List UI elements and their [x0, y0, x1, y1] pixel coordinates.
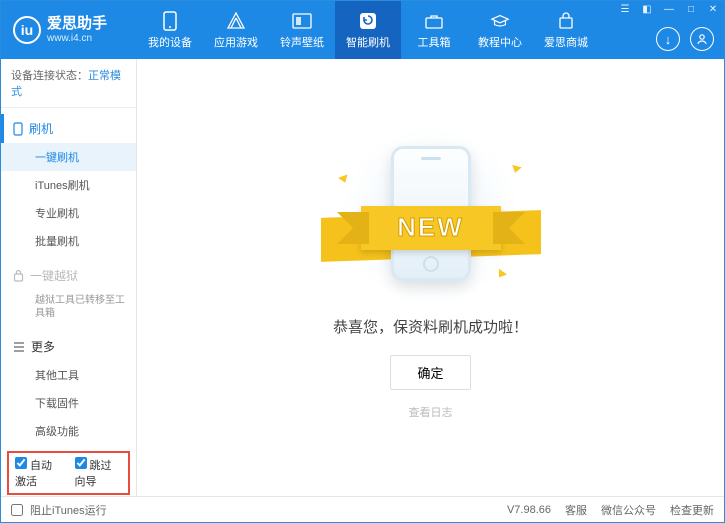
- new-ribbon: NEW: [361, 206, 501, 250]
- apps-icon: [226, 11, 246, 31]
- app-window: ☰ ◧ — □ ✕ iu 爱思助手 www.i4.cn 我的设备 应用游戏: [0, 0, 725, 523]
- success-message: 恭喜您，保资料刷机成功啦！: [333, 316, 528, 337]
- footer: 阻止iTunes运行 V7.98.66 客服 微信公众号 检查更新: [1, 496, 724, 522]
- app-url: www.i4.cn: [47, 33, 107, 44]
- logo-icon: iu: [13, 16, 41, 44]
- skin-icon[interactable]: ◧: [636, 1, 658, 17]
- nav-tools[interactable]: 工具箱: [401, 1, 467, 59]
- check-update-link[interactable]: 检查更新: [670, 502, 714, 518]
- nav-ringtones[interactable]: 铃声壁纸: [269, 1, 335, 59]
- logo-text: 爱思助手 www.i4.cn: [47, 16, 107, 44]
- minimize-icon[interactable]: —: [658, 1, 680, 17]
- sidebar: 设备连接状态：正常模式 刷机 一键刷机 iTunes刷机 专业刷机 批量刷机 一…: [1, 59, 137, 496]
- user-icon[interactable]: [690, 27, 714, 51]
- view-log-link[interactable]: 查看日志: [409, 404, 453, 420]
- close-icon[interactable]: ✕: [702, 1, 724, 17]
- phone-icon: [160, 11, 180, 31]
- wechat-link[interactable]: 微信公众号: [601, 502, 656, 518]
- sub-advanced[interactable]: 高级功能: [1, 417, 136, 445]
- footer-right: V7.98.66 客服 微信公众号 检查更新: [507, 502, 714, 518]
- nav-store[interactable]: 爱思商城: [533, 1, 599, 59]
- sub-oneclick[interactable]: 一键刷机: [1, 143, 136, 171]
- refresh-icon: [358, 11, 378, 31]
- window-controls: ☰ ◧ — □ ✕: [614, 1, 724, 17]
- menu-icon[interactable]: ☰: [614, 1, 636, 17]
- nav-tutorials[interactable]: 教程中心: [467, 1, 533, 59]
- nav-my-device[interactable]: 我的设备: [137, 1, 203, 59]
- sub-pro[interactable]: 专业刷机: [1, 199, 136, 227]
- top-nav: 我的设备 应用游戏 铃声壁纸 智能刷机 工具箱 教程中心: [137, 1, 599, 59]
- confirm-button[interactable]: 确定: [390, 355, 470, 390]
- section-flash: 刷机 一键刷机 iTunes刷机 专业刷机 批量刷机: [1, 108, 136, 255]
- main-content: NEW 恭喜您，保资料刷机成功啦！ 确定 查看日志: [137, 59, 724, 496]
- header: ☰ ◧ — □ ✕ iu 爱思助手 www.i4.cn 我的设备 应用游戏: [1, 1, 724, 59]
- header-right: ↓: [656, 27, 714, 51]
- success-illustration: NEW: [321, 136, 541, 296]
- sub-batch[interactable]: 批量刷机: [1, 227, 136, 255]
- jailbreak-note: 越狱工具已转移至工具箱: [1, 290, 136, 326]
- grad-cap-icon: [490, 11, 510, 31]
- toolbox-icon: [424, 11, 444, 31]
- lock-icon: [13, 269, 24, 282]
- skip-setup-checkbox[interactable]: 跳过向导: [75, 457, 123, 489]
- wallpaper-icon: [292, 11, 312, 31]
- sub-download-fw[interactable]: 下载固件: [1, 389, 136, 417]
- auto-activate-checkbox[interactable]: 自动激活: [15, 457, 63, 489]
- options-row: 自动激活 跳过向导: [7, 451, 130, 495]
- nav-flash[interactable]: 智能刷机: [335, 1, 401, 59]
- download-icon[interactable]: ↓: [656, 27, 680, 51]
- maximize-icon[interactable]: □: [680, 1, 702, 17]
- version-label: V7.98.66: [507, 504, 551, 516]
- sub-other-tools[interactable]: 其他工具: [1, 361, 136, 389]
- store-icon: [556, 11, 576, 31]
- section-more-head[interactable]: 更多: [1, 332, 136, 361]
- logo[interactable]: iu 爱思助手 www.i4.cn: [1, 16, 137, 44]
- connection-status: 设备连接状态：正常模式: [1, 59, 136, 108]
- section-flash-head[interactable]: 刷机: [1, 114, 136, 143]
- section-jailbreak: 一键越狱 越狱工具已转移至工具箱: [1, 255, 136, 326]
- section-jailbreak-head[interactable]: 一键越狱: [1, 261, 136, 290]
- support-link[interactable]: 客服: [565, 502, 587, 518]
- nav-apps[interactable]: 应用游戏: [203, 1, 269, 59]
- sub-itunes[interactable]: iTunes刷机: [1, 171, 136, 199]
- phone-small-icon: [13, 122, 23, 136]
- block-itunes-checkbox[interactable]: 阻止iTunes运行: [11, 502, 107, 518]
- body: 设备连接状态：正常模式 刷机 一键刷机 iTunes刷机 专业刷机 批量刷机 一…: [1, 59, 724, 496]
- menu-lines-icon: [13, 342, 25, 352]
- section-more: 更多 其他工具 下载固件 高级功能: [1, 326, 136, 445]
- app-title: 爱思助手: [47, 16, 107, 33]
